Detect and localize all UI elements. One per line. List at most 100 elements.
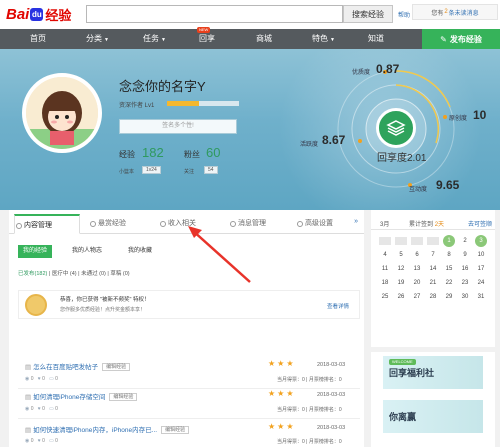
tab-bounty[interactable]: 悬赏经验 [89,214,155,234]
filter-drafts[interactable]: | 草稿 (0) [107,271,129,277]
row-stats: ◉ 0 ♥ 0 ▭ 0 [25,376,58,382]
likes-count: 0 [55,376,58,382]
chevron-down-icon: ▼ [104,37,109,43]
calendar-day[interactable]: 15 [441,262,457,276]
calendar-day[interactable]: 5 [393,248,409,262]
nav-category[interactable]: 分类 ▼ [86,29,109,49]
calendar-day[interactable]: 6 [409,248,425,262]
eye-icon: ◉ [25,438,30,444]
nav-featured[interactable]: 特色 ▼ [312,29,335,49]
activity-value: 8.67 [322,133,346,147]
nav-task[interactable]: 任务 ▼ [143,29,166,49]
calendar-day[interactable]: 3 [475,235,487,247]
calendar-day[interactable]: 9 [457,248,473,262]
interaction-value: 9.65 [436,178,460,192]
calendar-day[interactable]: 13 [409,262,425,276]
thumb-icon: ♥ [37,376,41,382]
calendar-day[interactable]: 31 [473,290,489,304]
list-item-title[interactable]: ▤ 如何清理iPhone存储空间 编辑经验 [25,391,138,402]
calendar-day[interactable]: 4 [377,248,393,262]
comment-icon: ▭ [49,406,54,412]
calendar-day[interactable]: 18 [377,276,393,290]
calendar-header: 3月 累计签到 2天 去可签顺 [371,214,495,230]
calendar-day[interactable]: 29 [441,290,457,304]
tab-advanced-settings[interactable]: 高级设置 [296,214,358,234]
calendar-day[interactable]: 10 [473,248,489,262]
calendar-day[interactable]: 16 [457,262,473,276]
avatar-illustration [26,77,98,149]
calendar-day[interactable]: 22 [441,276,457,290]
congrats-text: 恭喜，你已获得 "被新不频奖" 特权！ [60,297,150,303]
calendar-day[interactable]: 7 [425,248,441,262]
view-details-link[interactable]: 查看详情 [327,302,349,310]
baidu-jingyan-logo[interactable]: Bai du 经验 [6,4,71,24]
level-label: 资深作者 Lv1 [119,103,155,109]
search-input[interactable] [86,5,343,23]
calendar-day[interactable]: 23 [457,276,473,290]
calendar-empty-cell [411,237,423,245]
notice-suffix: 条未读消息 [448,10,479,17]
sign-in-link[interactable]: 去可签顺 [468,219,492,228]
calendar-day[interactable]: 28 [425,290,441,304]
calendar-day[interactable]: 1 [443,235,455,247]
nav-zhidao[interactable]: 知道 [368,29,384,49]
calendar-day[interactable]: 26 [393,290,409,304]
calendar-day[interactable]: 14 [425,262,441,276]
thumb-icon: ♥ [37,406,41,412]
tab-more-button[interactable]: » [354,218,358,225]
calendar-day[interactable]: 2 [457,234,473,248]
calendar-day[interactable]: 27 [409,290,425,304]
sign-in-calendar: 3月 累计签到 2天 去可签顺 1 2 3 4 5 6 7 8 9 10 11 12 13 14 15 16 1… [371,210,495,347]
list-item-title[interactable]: ▤ 如何快速清理iPhone内存，iPhone内存已... 编辑经验 [25,424,190,435]
calendar-day[interactable]: 21 [425,276,441,290]
content-icon [16,223,22,229]
unread-notice[interactable]: 您有 2 条未读消息 [412,4,498,20]
calendar-day[interactable]: 30 [457,290,473,304]
nav-home[interactable]: 首页 [30,29,46,49]
signature-input[interactable]: 签名多个性! [119,119,237,134]
publish-experience-button[interactable]: ✎ 发布经验 [422,29,500,49]
filter-rejected[interactable]: | 未通过 (0) [78,271,106,277]
edit-button[interactable]: 编辑经验 [109,393,138,402]
nav-mall[interactable]: 商城 [256,29,272,49]
sign-days: 2天 [434,222,445,228]
views-count: 0 [30,438,34,444]
pencil-icon: ✎ [440,34,447,44]
nav-category-label: 分类 [86,34,102,43]
edit-button[interactable]: 编辑经验 [161,426,190,435]
avatar[interactable] [22,73,102,153]
filter-published[interactable]: 已发布 [18,271,35,277]
calendar-day[interactable]: 8 [441,248,457,262]
activity-label: 活跃度 [300,142,319,148]
subtab-my-profile[interactable]: 我的人物志 [67,245,107,258]
edit-button[interactable]: 编辑经验 [102,363,131,372]
experience-value[interactable]: 182 [142,145,164,160]
calendar-day[interactable]: 24 [473,276,489,290]
comments-count: 0 [42,376,45,382]
calendar-day[interactable]: 17 [473,262,489,276]
calendar-day[interactable]: 19 [393,276,409,290]
level-progress-bar [167,101,239,106]
comments-count: 0 [42,438,45,444]
search-button[interactable]: 搜索经验 [343,5,393,23]
subtab-my-favorites[interactable]: 我的收藏 [123,245,157,258]
calendar-day[interactable]: 25 [377,290,393,304]
guan-label: 小篮本 [119,169,135,175]
calendar-day[interactable]: 20 [409,276,425,290]
filter-reviewing[interactable]: | 医疗中 (4) [49,271,77,277]
calendar-day[interactable]: 12 [393,262,409,276]
list-item-title[interactable]: ▤ 怎么在百度贴吧发帖子 编辑经验 [25,361,131,372]
comment-icon: ▭ [49,438,54,444]
promo-text: 你离赢 [389,412,417,422]
follow-label: 关注 [184,169,195,175]
chevron-down-icon: ▼ [161,37,166,43]
likes-count: 0 [55,438,58,444]
tab-content-manage[interactable]: 内容管理 [14,214,80,234]
subtab-my-experience[interactable]: 我的经验 [18,245,53,258]
calendar-day[interactable]: 11 [377,262,393,276]
promo-banner[interactable]: 你离赢 [383,400,483,433]
promo-banner[interactable]: WELCOME 回享福利社 [383,356,483,389]
help-link[interactable]: 帮助 [398,10,410,19]
fans-value[interactable]: 60 [206,145,220,160]
guan-chip: 1v24 [142,166,161,174]
